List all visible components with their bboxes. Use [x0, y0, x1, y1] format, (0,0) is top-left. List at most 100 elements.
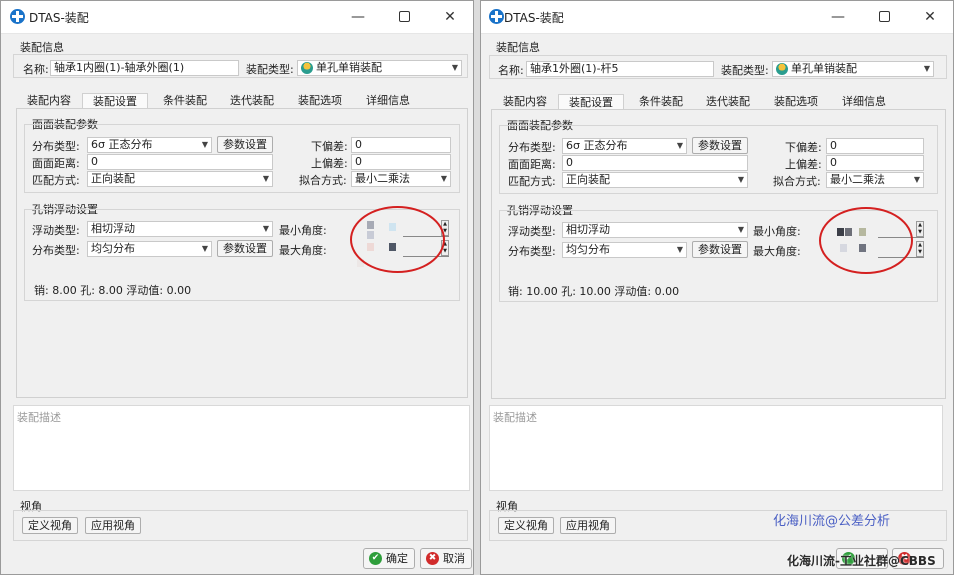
dropdown-arrow-icon: ▼: [676, 141, 683, 150]
tab-assembly-content[interactable]: 装配内容: [18, 93, 80, 109]
float-type-combo[interactable]: 相切浮动 ▼: [87, 221, 273, 237]
float-type-combo[interactable]: 相切浮动 ▼: [562, 222, 748, 238]
fit-mode-value: 最小二乘法: [830, 173, 885, 186]
match-mode-value: 正向装配: [566, 173, 610, 186]
tab-iterative-assembly[interactable]: 迭代装配: [697, 94, 759, 110]
lower-dev-field[interactable]: 0: [826, 138, 924, 154]
face-param-settings-button[interactable]: 参数设置: [692, 137, 748, 154]
dropdown-arrow-icon: ▼: [737, 225, 744, 234]
tab-iterative-assembly[interactable]: 迭代装配: [221, 93, 283, 109]
hole-dist-type-label: 分布类型:: [32, 244, 80, 257]
dropdown-arrow-icon: ▼: [201, 244, 208, 253]
fit-mode-combo[interactable]: 最小二乘法 ▼: [826, 172, 924, 188]
fit-mode-value: 最小二乘法: [355, 172, 410, 185]
tab-conditional-assembly[interactable]: 条件装配: [154, 93, 216, 109]
close-button[interactable]: ✕: [427, 1, 473, 33]
app-logo-icon: [10, 9, 25, 24]
face-dist-type-label: 分布类型:: [508, 141, 556, 154]
watermark-text: 化海川流@公差分析: [773, 514, 891, 529]
app-logo-icon: [489, 9, 504, 24]
tab-assembly-options[interactable]: 装配选项: [289, 93, 351, 109]
spinner-arrows-icon[interactable]: ▲ ▼: [916, 241, 924, 257]
maximize-button[interactable]: [381, 1, 427, 33]
pin-hole-summary: 销: 8.00 孔: 8.00 浮动值: 0.00: [34, 284, 192, 297]
assembly-type-combo[interactable]: 单孔单销装配 ▼: [772, 61, 934, 77]
title-bar: DTAS-装配 — ✕: [1, 1, 473, 34]
description-area[interactable]: 装配描述: [489, 405, 943, 491]
match-mode-value: 正向装配: [91, 172, 135, 185]
title-bar: DTAS-装配 — ✕: [481, 1, 953, 34]
assembly-type-combo[interactable]: 单孔单销装配 ▼: [297, 60, 462, 76]
fit-mode-combo[interactable]: 最小二乘法 ▼: [351, 171, 451, 187]
ok-button[interactable]: ✔ 确定: [363, 548, 415, 569]
assembly-type-label: 装配类型:: [246, 63, 294, 76]
upper-dev-field[interactable]: 0: [826, 155, 924, 171]
minimize-button[interactable]: —: [335, 1, 381, 33]
min-angle-label: 最小角度:: [753, 225, 801, 238]
cancel-icon: ✖: [426, 552, 439, 565]
maximize-icon: [398, 10, 410, 22]
face-dist-type-value: 6σ 正态分布: [91, 138, 153, 151]
cancel-button[interactable]: ✖ 取消: [420, 548, 472, 569]
hole-dist-type-value: 均匀分布: [566, 243, 610, 256]
face-distance-field[interactable]: 0: [562, 155, 748, 171]
assembly-type-icon: [776, 63, 788, 75]
match-mode-combo[interactable]: 正向装配 ▼: [562, 172, 748, 188]
name-label: 名称:: [498, 64, 524, 77]
assembly-type-label: 装配类型:: [721, 64, 769, 77]
name-field[interactable]: 轴承1内圈(1)-轴承外圈(1): [50, 60, 239, 76]
assembly-dialog-right: DTAS-装配 — ✕ 装配信息 名称: 轴承1外圈(1)-杆5 装配类型: 单…: [480, 0, 954, 575]
hole-param-settings-button[interactable]: 参数设置: [692, 241, 748, 258]
description-area[interactable]: 装配描述: [13, 405, 470, 491]
fit-mode-label: 拟合方式:: [299, 174, 347, 187]
min-angle-label: 最小角度:: [279, 224, 327, 237]
face-dist-type-combo[interactable]: 6σ 正态分布 ▼: [562, 138, 687, 154]
name-field[interactable]: 轴承1外圈(1)-杆5: [526, 61, 714, 77]
float-type-value: 相切浮动: [566, 223, 610, 236]
define-view-button[interactable]: 定义视角: [498, 517, 554, 534]
hole-param-settings-button[interactable]: 参数设置: [217, 240, 273, 257]
tab-assembly-content[interactable]: 装配内容: [494, 94, 556, 110]
tab-conditional-assembly[interactable]: 条件装配: [630, 94, 692, 110]
dropdown-arrow-icon: ▼: [451, 63, 458, 72]
match-mode-label: 匹配方式:: [32, 174, 80, 187]
match-mode-label: 匹配方式:: [508, 175, 556, 188]
match-mode-combo[interactable]: 正向装配 ▼: [87, 171, 273, 187]
lower-dev-label: 下偏差:: [785, 141, 822, 154]
tab-details[interactable]: 详细信息: [357, 93, 419, 109]
face-distance-label: 面面距离:: [32, 157, 80, 170]
minimize-button[interactable]: —: [815, 1, 861, 33]
hole-dist-type-combo[interactable]: 均匀分布 ▼: [87, 241, 212, 257]
close-button[interactable]: ✕: [907, 1, 953, 33]
name-label: 名称:: [23, 63, 49, 76]
check-icon: ✔: [369, 552, 382, 565]
hole-dist-type-combo[interactable]: 均匀分布 ▼: [562, 242, 687, 258]
face-dist-type-combo[interactable]: 6σ 正态分布 ▼: [87, 137, 212, 153]
face-dist-type-value: 6σ 正态分布: [566, 139, 628, 152]
apply-view-button[interactable]: 应用视角: [560, 517, 616, 534]
section-assembly-info: 装配信息: [20, 41, 64, 54]
apply-view-button[interactable]: 应用视角: [85, 517, 141, 534]
upper-dev-field[interactable]: 0: [351, 154, 451, 170]
cancel-label: 取消: [443, 552, 465, 565]
dropdown-arrow-icon: ▼: [201, 140, 208, 149]
tab-details[interactable]: 详细信息: [833, 94, 895, 110]
tab-bar: 装配内容 装配设置 条件装配 迭代装配 装配选项 详细信息: [18, 93, 438, 109]
description-placeholder: 装配描述: [493, 411, 537, 424]
tab-assembly-settings[interactable]: 装配设置: [558, 94, 624, 110]
face-distance-field[interactable]: 0: [87, 154, 273, 170]
define-view-button[interactable]: 定义视角: [22, 517, 78, 534]
section-assembly-info: 装配信息: [496, 41, 540, 54]
spinner-arrows-icon[interactable]: ▲ ▼: [916, 221, 924, 237]
face-param-settings-button[interactable]: 参数设置: [217, 136, 273, 153]
hole-dist-type-label: 分布类型:: [508, 245, 556, 258]
tab-assembly-options[interactable]: 装配选项: [765, 94, 827, 110]
maximize-button[interactable]: [861, 1, 907, 33]
tab-assembly-settings[interactable]: 装配设置: [82, 93, 148, 109]
fit-mode-label: 拟合方式:: [773, 175, 821, 188]
upper-dev-label: 上偏差:: [785, 158, 822, 171]
float-type-label: 浮动类型:: [508, 225, 556, 238]
lower-dev-field[interactable]: 0: [351, 137, 451, 153]
window-title: DTAS-装配: [29, 11, 89, 25]
view-group: [13, 510, 468, 541]
